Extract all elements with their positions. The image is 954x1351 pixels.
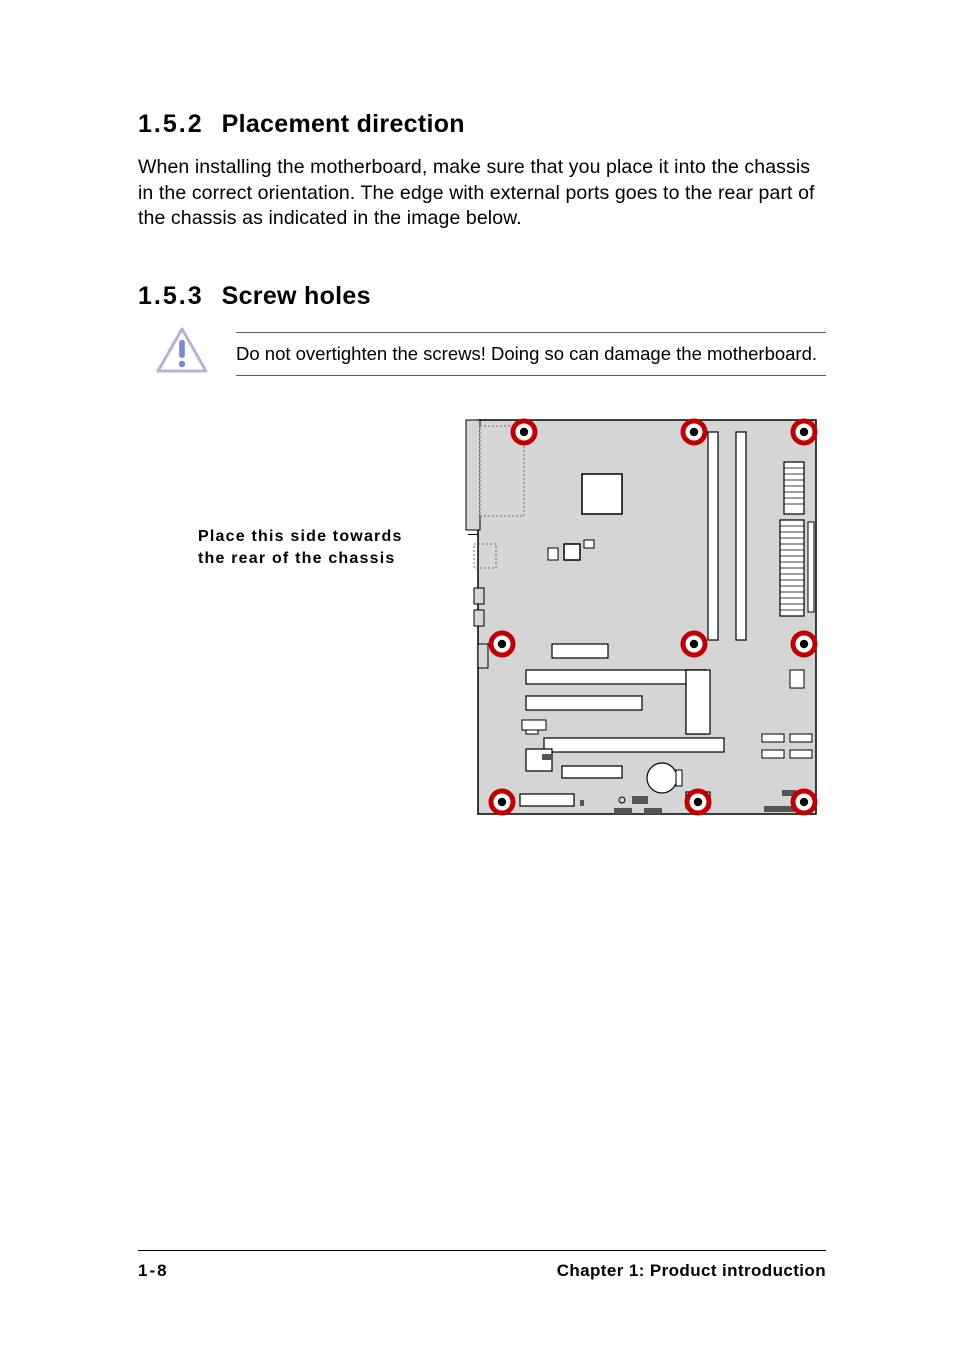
warning-icon [156,327,208,380]
paragraph-placement: When installing the motherboard, make su… [138,155,826,232]
chapter-title: Chapter 1: Product introduction [557,1261,826,1281]
heading-screw-holes: 1.5.3 Screw holes [138,282,826,311]
motherboard-diagram [464,414,820,818]
figure-caption-line1: Place this side towards [198,526,468,548]
page-number: 1-8 [138,1261,169,1281]
section-number: 1.5.2 [138,110,204,139]
motherboard-figure: Place this side towards the rear of the … [138,414,826,824]
section-title-text: Placement direction [222,110,465,138]
figure-caption: Place this side towards the rear of the … [198,526,468,569]
page-footer: 1-8 Chapter 1: Product introduction [0,1250,954,1281]
figure-caption-line2: the rear of the chassis [198,548,468,570]
warning-text: Do not overtighten the screws! Doing so … [236,343,817,364]
section-number: 1.5.3 [138,282,204,311]
section-title-text: Screw holes [222,282,371,310]
warning-callout: Do not overtighten the screws! Doing so … [138,327,826,380]
heading-placement-direction: 1.5.2 Placement direction [138,110,826,139]
warning-text-container: Do not overtighten the screws! Doing so … [236,332,826,376]
